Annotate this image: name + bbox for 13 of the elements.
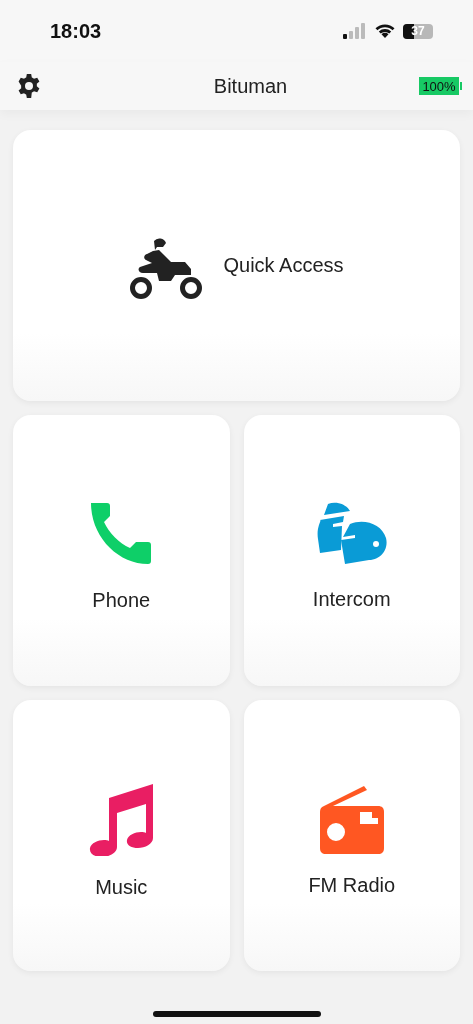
app-title: Bituman <box>213 74 288 98</box>
menu-tile[interactable]: Music <box>13 700 230 971</box>
menu-tile[interactable]: FM Radio <box>243 700 460 971</box>
menu-tile[interactable]: Intercom <box>243 415 460 686</box>
settings-icon[interactable] <box>16 73 42 99</box>
music-note-icon <box>87 784 156 856</box>
menu-tile[interactable]: Quick Access <box>13 130 460 401</box>
menu-tile[interactable]: Phone <box>13 415 230 686</box>
signal-icon <box>343 23 367 39</box>
clock-time: 18:03 <box>50 19 102 43</box>
wifi-icon <box>374 23 396 39</box>
device-battery-badge: 100% <box>419 77 459 95</box>
radio-icon <box>317 786 386 854</box>
